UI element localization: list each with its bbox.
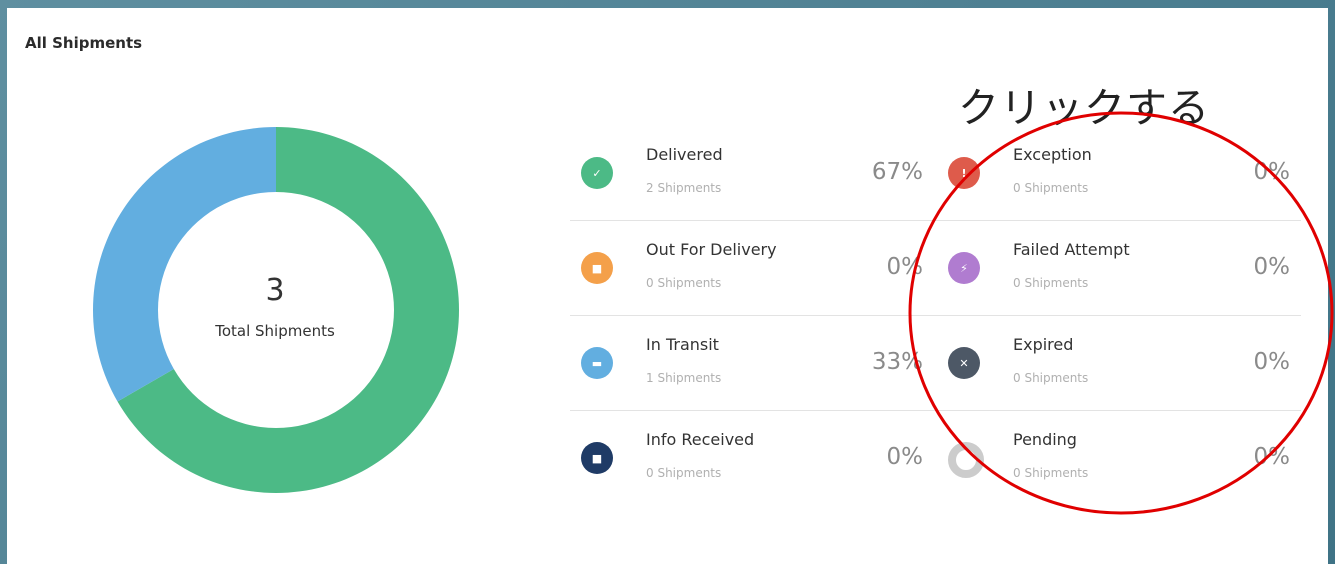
status-count: 0 Shipments	[646, 276, 722, 290]
status-count: 1 Shipments	[646, 371, 722, 385]
donut-chart	[93, 127, 459, 493]
total-shipments-value: 3	[265, 273, 285, 308]
status-count: 0 Shipments	[646, 466, 722, 480]
check-icon: ✓	[581, 157, 613, 189]
donut-slice-in-transit[interactable]	[93, 127, 276, 402]
status-label: Info Received	[646, 430, 755, 449]
total-shipments-label: Total Shipments	[215, 322, 335, 340]
truck-icon: ▬	[581, 347, 613, 379]
status-label: Delivered	[646, 145, 723, 164]
annotation-circle	[908, 111, 1334, 515]
status-label: In Transit	[646, 335, 719, 354]
document-icon: ■	[581, 442, 613, 474]
panel-title: All Shipments	[25, 34, 143, 52]
status-label: Out For Delivery	[646, 240, 777, 259]
package-icon: ■	[581, 252, 613, 284]
status-count: 2 Shipments	[646, 181, 722, 195]
